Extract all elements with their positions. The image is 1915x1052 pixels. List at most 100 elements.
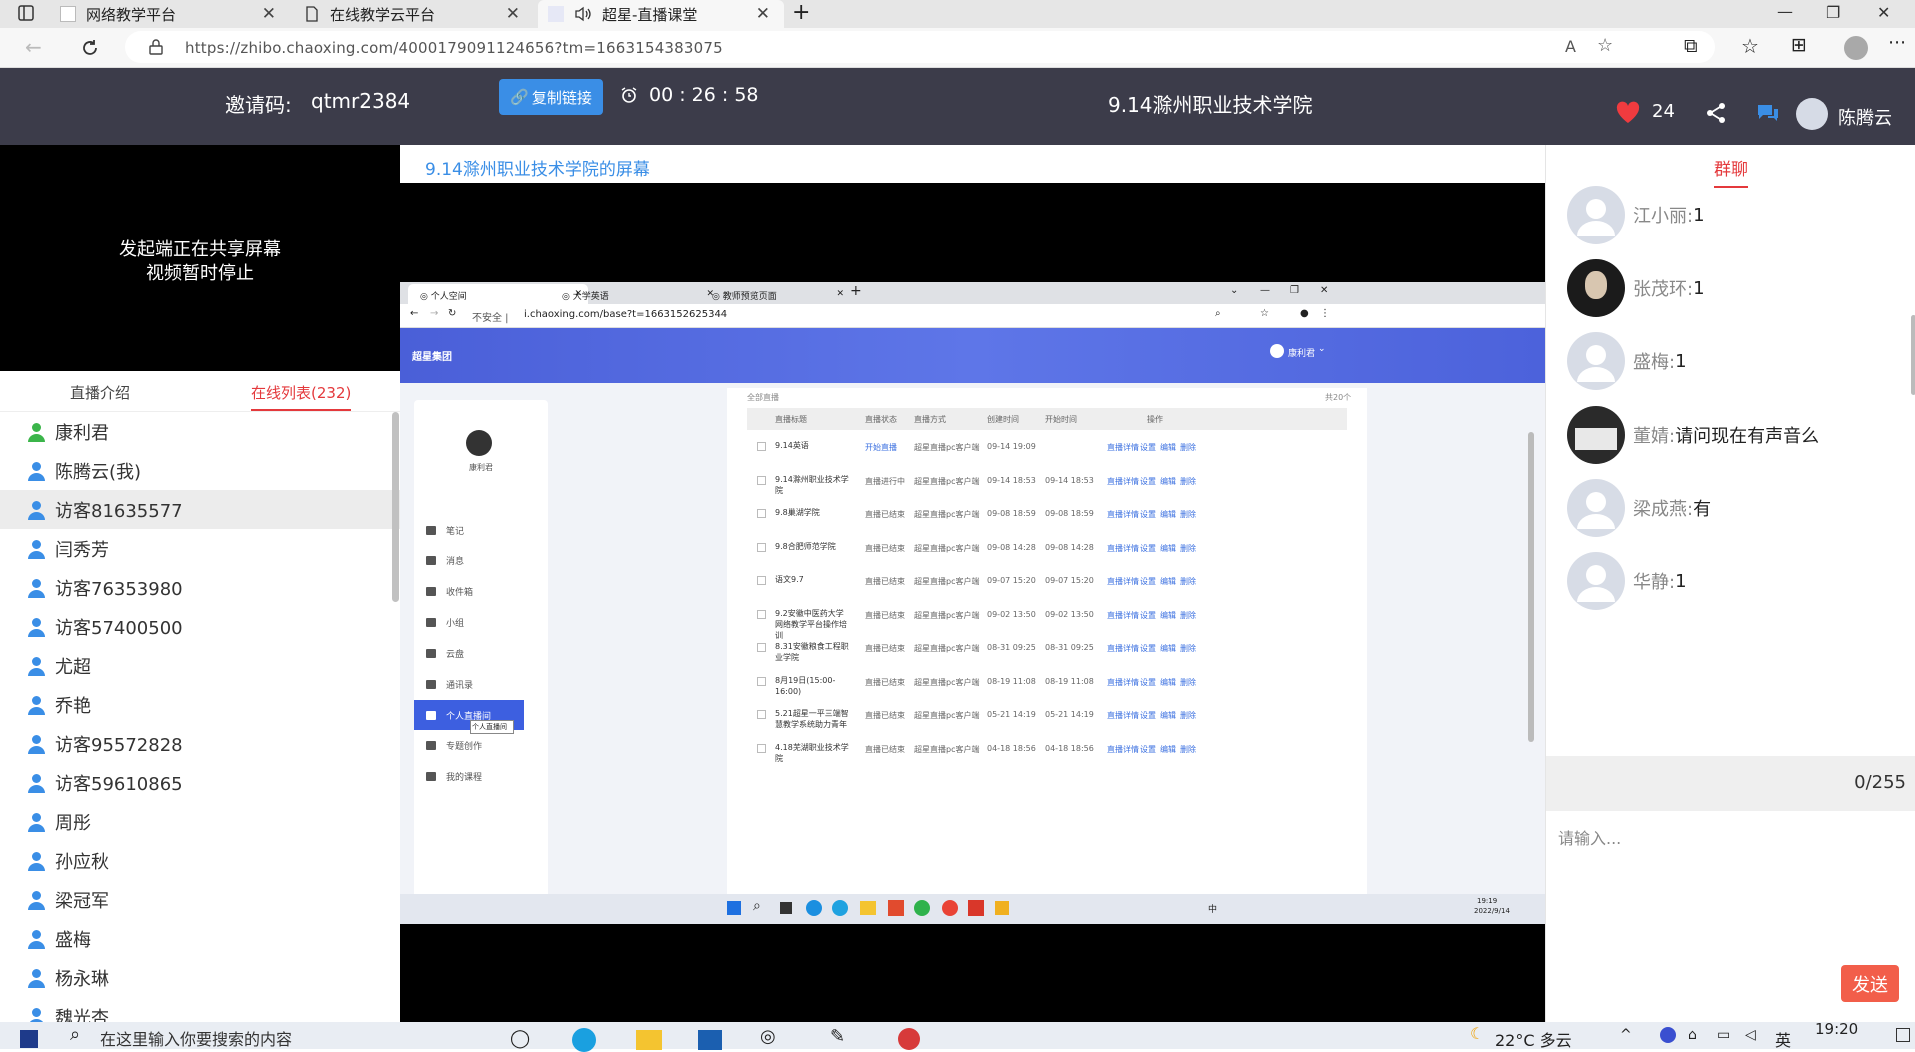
taskbar-search-input[interactable]: 在这里输入你要搜索的内容	[100, 1026, 292, 1050]
search-icon: ⌕	[753, 898, 761, 914]
inner-table-row: 9.8巢湖学院 直播已结束 超星直播pc客户端 09-08 18:59 09-08 18…	[747, 507, 1347, 537]
close-icon[interactable]: ✕	[506, 4, 520, 24]
search-icon: ⌕	[1215, 308, 1221, 319]
favorites-icon[interactable]: ☆	[1741, 34, 1759, 58]
app-icon[interactable]: ◎	[760, 1026, 776, 1047]
chat-text: 1	[1693, 204, 1705, 226]
folder-icon[interactable]	[636, 1030, 662, 1050]
tab-actions-icon[interactable]	[18, 5, 34, 21]
row-action: 编辑	[1160, 510, 1176, 519]
edge-icon[interactable]	[572, 1028, 596, 1052]
chevron-up-icon[interactable]: ^	[1620, 1027, 1632, 1043]
inner-menu-label: 收件箱	[446, 588, 474, 598]
pen-icon[interactable]: ✎	[830, 1026, 845, 1047]
reload-icon[interactable]	[80, 38, 100, 58]
ime-language[interactable]: 英	[1775, 1027, 1791, 1051]
user-avatar[interactable]	[1796, 98, 1828, 130]
chat-input[interactable]: 请输入...	[1558, 825, 1621, 849]
tab-online-list[interactable]: 在线列表(232)	[251, 382, 352, 411]
os-taskbar: ⌕ 在这里输入你要搜索的内容 ◯ ◎ ✎ ☾ 22°C 多云 ^ ⌂ ▭ ◁ 英…	[0, 1020, 1915, 1052]
edge-icon	[806, 900, 822, 916]
notification-icon[interactable]	[1896, 1028, 1910, 1042]
user-list-item[interactable]: 访客76353980	[0, 568, 400, 607]
close-icon[interactable]: ✕	[756, 4, 770, 24]
user-list-item[interactable]: 陈腾云(我)	[0, 451, 400, 490]
tab-online-cloud[interactable]: 在线教学云平台 ✕	[294, 0, 534, 28]
row-title: 4.18芜湖职业技术学院	[775, 742, 849, 763]
user-list-item[interactable]: 梁冠军	[0, 880, 400, 919]
row-action: 设置	[1140, 711, 1156, 720]
user-icon	[28, 617, 45, 637]
tab-network-teaching[interactable]: 网络教学平台 ✕	[50, 0, 290, 28]
volume-icon[interactable]: ◁	[1745, 1027, 1756, 1043]
battery-icon[interactable]: ▭	[1717, 1027, 1730, 1043]
tray-app-icon[interactable]	[1660, 1027, 1676, 1043]
tab-title: 网络教学平台	[86, 5, 177, 24]
tab-live-classroom[interactable]: 超星-直播课堂 ✕	[538, 0, 784, 28]
invite-label: 邀请码:	[225, 93, 292, 117]
close-icon[interactable]: ✕	[262, 4, 276, 24]
online-user-list: 康利君 陈腾云(我) 访客81635577 闫秀芳 访客76353980 访客574005…	[0, 412, 400, 1022]
network-icon[interactable]: ⌂	[1688, 1027, 1697, 1043]
search-icon[interactable]: ⌕	[70, 1024, 80, 1045]
user-list-item[interactable]: 盛梅	[0, 919, 400, 958]
user-list-item[interactable]: 康利君	[0, 412, 400, 451]
user-list-item[interactable]: 周彤	[0, 802, 400, 841]
user-list-item[interactable]: 魏光杏	[0, 997, 400, 1022]
maximize-icon[interactable]: ❐	[1826, 3, 1840, 22]
send-button[interactable]: 发送	[1841, 965, 1899, 1002]
app-icon[interactable]	[898, 1028, 920, 1050]
heart-icon[interactable]	[1615, 101, 1641, 125]
user-list-item[interactable]: 访客57400500	[0, 607, 400, 646]
user-list-item[interactable]: 闫秀芳	[0, 529, 400, 568]
tab-group-chat[interactable]: 群聊	[1714, 155, 1748, 188]
extensions-icon[interactable]: ⧉	[1684, 35, 1698, 57]
chat-char-count: 0/255	[1854, 772, 1906, 793]
inner-menu-label: 云盘	[446, 650, 465, 660]
read-aloud-icon[interactable]: A	[1565, 37, 1576, 56]
user-list-item[interactable]: 访客81635577	[0, 490, 400, 529]
mail-icon[interactable]	[698, 1030, 722, 1050]
window-close-icon[interactable]: ✕	[1877, 3, 1890, 22]
windows-start-icon[interactable]	[20, 1030, 38, 1048]
copy-link-button[interactable]: 🔗 复制链接	[499, 79, 603, 115]
user-list-scrollbar[interactable]	[392, 412, 399, 602]
address-field[interactable]: https://zhibo.chaoxing.com/4000179091124…	[125, 31, 1715, 63]
user-list-item[interactable]: 访客95572828	[0, 724, 400, 763]
profile-avatar-icon[interactable]	[1844, 36, 1868, 60]
user-avatar	[1567, 479, 1625, 537]
row-checkbox	[757, 576, 766, 585]
inner-table-row: 8月19日(15:00-16:00) 直播已结束 超星直播pc客户端 08-19 11…	[747, 675, 1347, 705]
forward-arrow-icon: →	[430, 308, 439, 319]
new-tab-icon[interactable]: +	[792, 0, 810, 25]
minimize-icon[interactable]: —	[1777, 2, 1793, 21]
share-icon[interactable]	[1705, 102, 1727, 124]
speaker-icon[interactable]	[574, 6, 592, 22]
favorite-add-icon[interactable]: ☆	[1597, 35, 1613, 56]
row-created: 09-02 13:50	[987, 609, 1036, 619]
user-list-item[interactable]: 杨永琳	[0, 958, 400, 997]
user-list-item[interactable]: 乔艳	[0, 685, 400, 724]
inner-brand: 超星集团	[412, 352, 452, 363]
back-arrow-icon[interactable]: ←	[25, 35, 42, 59]
row-status: 直播进行中	[865, 476, 905, 486]
user-list-item[interactable]: 孙应秋	[0, 841, 400, 880]
row-action: 直播详情	[1107, 510, 1139, 519]
chat-scrollbar[interactable]	[1911, 315, 1915, 395]
user-icon	[28, 812, 45, 832]
lock-icon[interactable]	[149, 39, 163, 55]
inner-menu-item: 笔记	[426, 524, 464, 537]
clock-time[interactable]: 19:20	[1815, 1020, 1858, 1038]
search-app-icon[interactable]: ◯	[510, 1028, 530, 1049]
row-checkbox	[757, 475, 766, 485]
more-menu-icon[interactable]: ⋯	[1888, 32, 1906, 53]
tab-live-intro[interactable]: 直播介绍	[70, 382, 130, 403]
row-checkbox	[757, 542, 766, 552]
user-list-item[interactable]: 访客59610865	[0, 763, 400, 802]
user-list-item[interactable]: 尤超	[0, 646, 400, 685]
office-icon	[888, 900, 904, 916]
chat-bubbles-icon[interactable]	[1756, 102, 1780, 124]
row-checkbox	[757, 710, 766, 719]
collections-icon[interactable]: ⊞	[1791, 34, 1807, 56]
video-notice-line2: 视频暂时停止	[146, 263, 254, 284]
